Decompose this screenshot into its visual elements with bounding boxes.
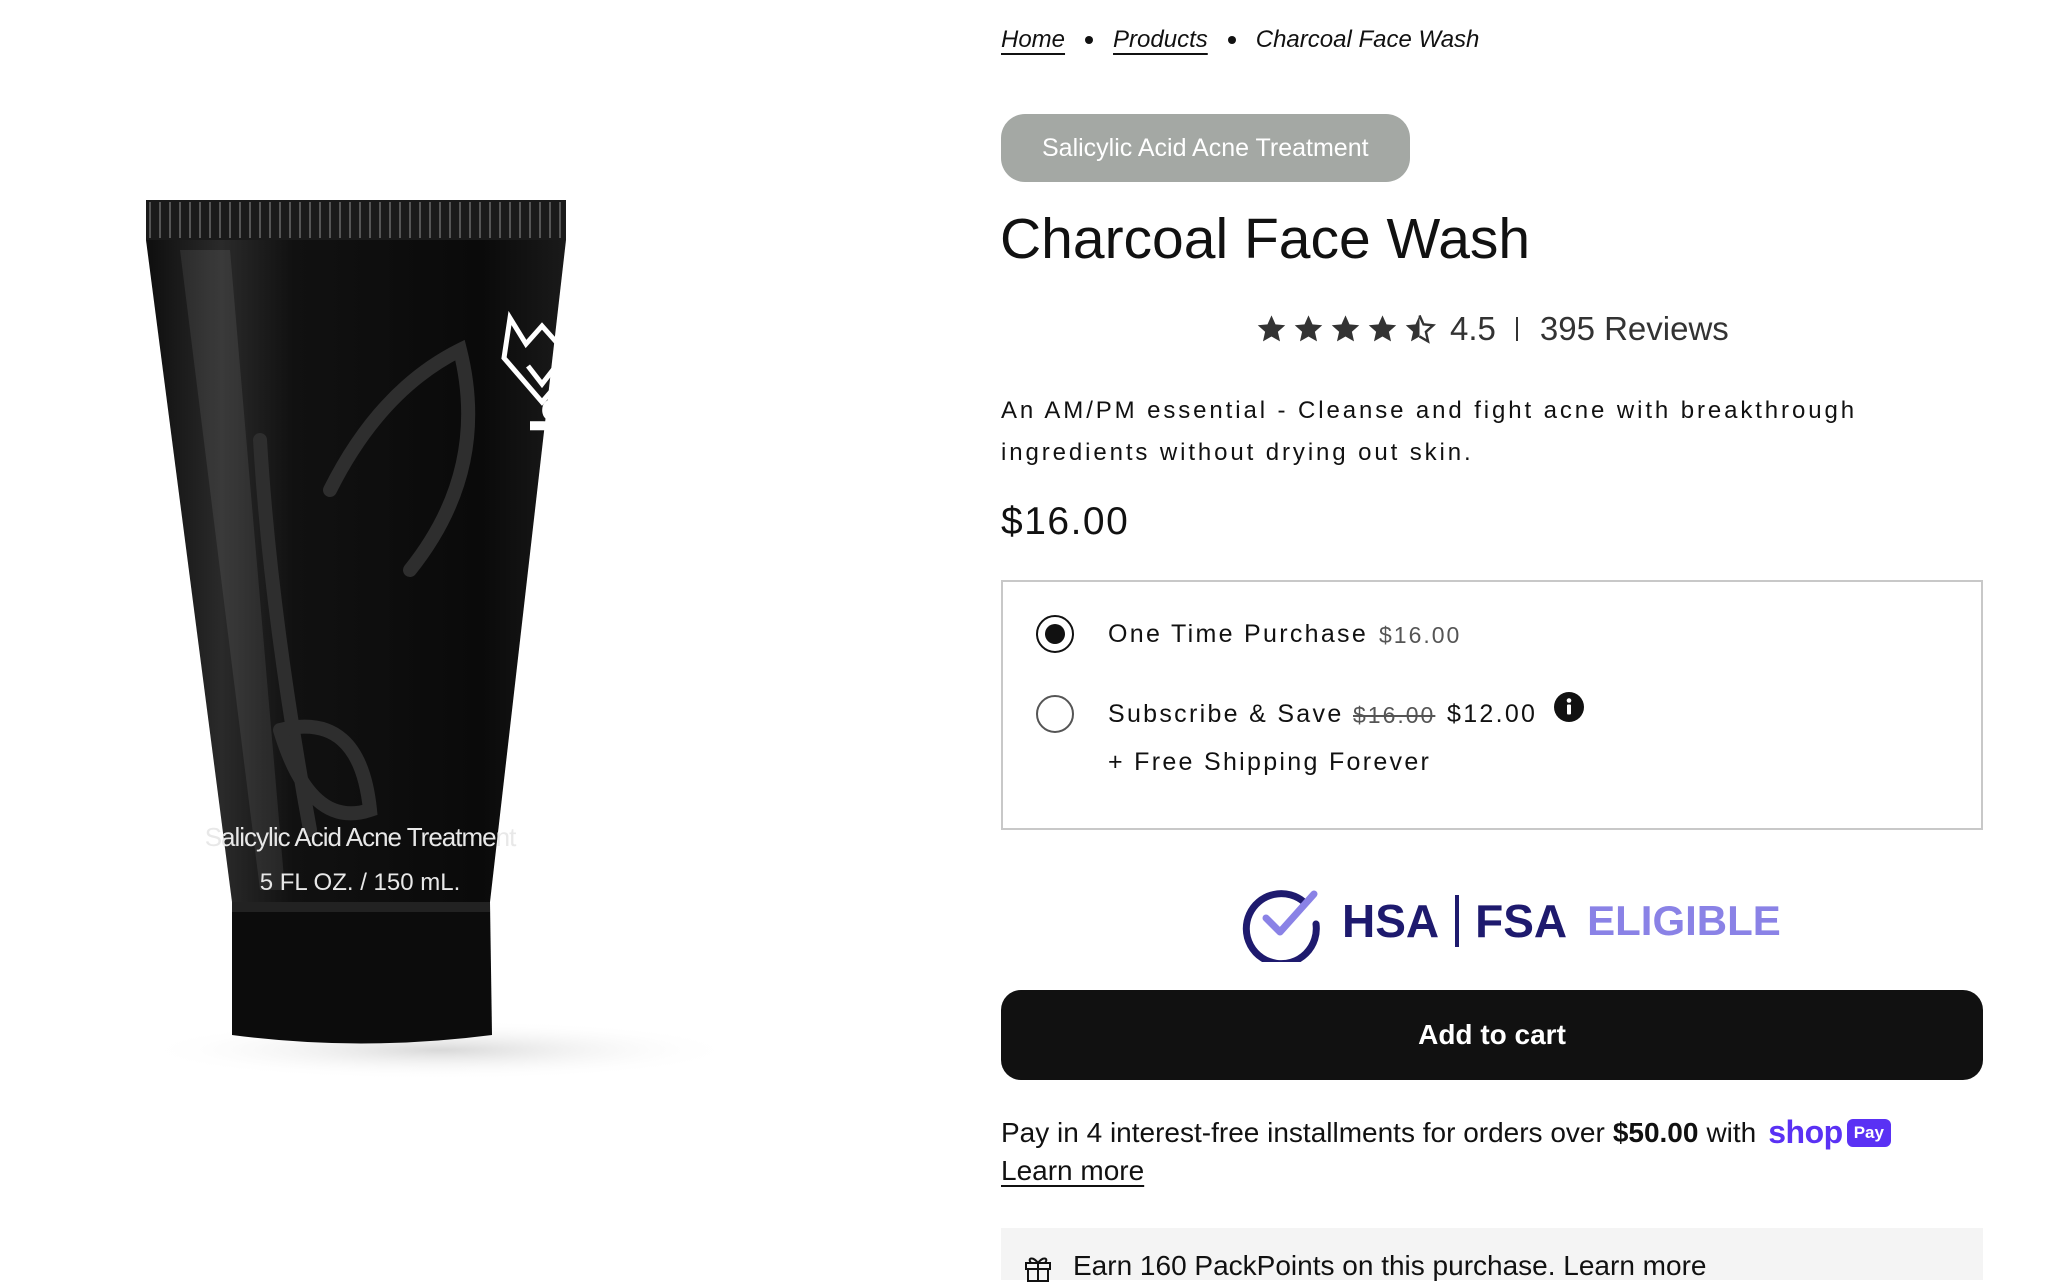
product-title: Charcoal Face Wash (1000, 207, 1531, 271)
product-rating[interactable]: 4.5 395 Reviews (1255, 310, 1729, 348)
tube-volume-text: 5 FL OZ. / 150 mL. (260, 869, 461, 896)
check-circle-icon (1242, 890, 1320, 962)
installments-text: Pay in 4 interest-free installments for … (1001, 1116, 1605, 1148)
star-icon (1257, 315, 1286, 342)
rewards-banner[interactable]: Earn 160 PackPoints on this purchase. Le… (1001, 1228, 1983, 1282)
shop-pay-word: shop (1768, 1114, 1843, 1150)
star-icon (1294, 315, 1323, 342)
star-icon (1331, 315, 1360, 342)
eligible-label: ELIGIBLE (1587, 897, 1781, 944)
breadcrumb-current: Charcoal Face Wash (1255, 26, 1480, 53)
subscribe-save-radio[interactable] (1036, 695, 1074, 733)
product-price: $16.00 (1001, 500, 1130, 543)
one-time-purchase-radio[interactable] (1036, 615, 1074, 653)
rating-divider (1515, 317, 1518, 341)
subscribe-save-label[interactable]: Subscribe & Save (1108, 700, 1344, 729)
half-star-icon (1405, 314, 1436, 344)
installments-amount: $50.00 (1612, 1116, 1699, 1148)
installments-learn-more-link[interactable]: Learn more (1001, 1155, 1144, 1187)
rewards-text: Earn 160 PackPoints on this purchase. Le… (1073, 1250, 1707, 1281)
installments-info: Pay in 4 interest-free installments for … (1001, 1114, 1891, 1151)
rating-value: 4.5 (1450, 310, 1496, 347)
product-image[interactable]: face wash clears breakouts Salicylic Aci… (110, 190, 870, 1110)
star-icon (1368, 315, 1397, 342)
breadcrumb-separator (1227, 36, 1236, 44)
subscribe-old-price: $16.00 (1353, 702, 1436, 728)
hsa-label: HSA (1342, 895, 1440, 947)
breadcrumb-separator (1085, 36, 1094, 44)
add-to-cart-button[interactable]: Add to cart (1001, 990, 1983, 1080)
subscribe-price: $12.00 (1447, 700, 1538, 728)
purchase-options: One Time Purchase $16.00 Subscribe & Sav… (1001, 580, 1983, 830)
shop-pay-logo: shop Pay (1768, 1114, 1891, 1151)
gift-icon (1025, 1257, 1051, 1282)
one-time-purchase-price: $16.00 (1379, 622, 1462, 648)
breadcrumb-home-link[interactable]: Home (1001, 26, 1065, 54)
tube-tagline: clears breakouts (592, 497, 612, 640)
breadcrumb-products-link[interactable]: Products (1113, 26, 1208, 54)
shop-pay-pill: Pay (1846, 1118, 1891, 1147)
hsa-divider (1455, 895, 1460, 947)
one-time-purchase-label[interactable]: One Time Purchase (1108, 620, 1368, 649)
rating-stars (1255, 313, 1436, 345)
info-icon[interactable] (1554, 692, 1584, 722)
subscribe-perk: + Free Shipping Forever (1108, 748, 1432, 776)
hsa-fsa-eligible-badge: HSA FSA ELIGIBLE (1240, 880, 1781, 962)
reviews-count-link[interactable]: 395 Reviews (1540, 310, 1729, 348)
installments-with: with (1706, 1116, 1757, 1148)
fsa-label: FSA (1475, 895, 1568, 947)
tube-treatment-text: Salicylic Acid Acne Treatment (205, 822, 517, 852)
breadcrumb: Home Products Charcoal Face Wash (1001, 26, 1479, 54)
tube-brand-text: face wash (518, 395, 592, 711)
product-description: An AM/PM essential - Cleanse and fight a… (1001, 397, 1857, 466)
category-badge: Salicylic Acid Acne Treatment (1001, 114, 1410, 182)
